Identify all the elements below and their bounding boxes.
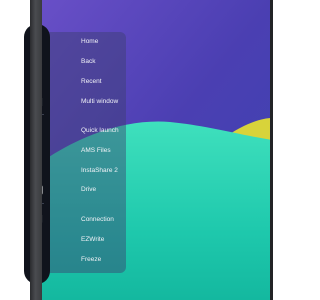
menu-item-multi-window[interactable]: Multi window [81,98,118,106]
menu-item-ezwrite[interactable]: EZWrite [81,236,104,244]
menu-item-connection[interactable]: Connection [81,216,114,224]
menu-item-recent[interactable]: Recent [81,78,102,86]
menu-item-instashare[interactable]: InstaShare 2 [81,167,118,175]
menu-item-ams-files[interactable]: AMS Files [81,147,111,155]
menu-item-drive[interactable]: Drive [81,186,96,194]
menu-item-freeze[interactable]: Freeze [81,256,101,264]
menu-item-home[interactable]: Home [81,38,98,46]
menu-item-quick-launch[interactable]: Quick launch [81,127,119,135]
display-bezel-left [30,0,42,300]
display-bezel-right [270,0,273,300]
menu-item-back[interactable]: Back [81,58,95,66]
